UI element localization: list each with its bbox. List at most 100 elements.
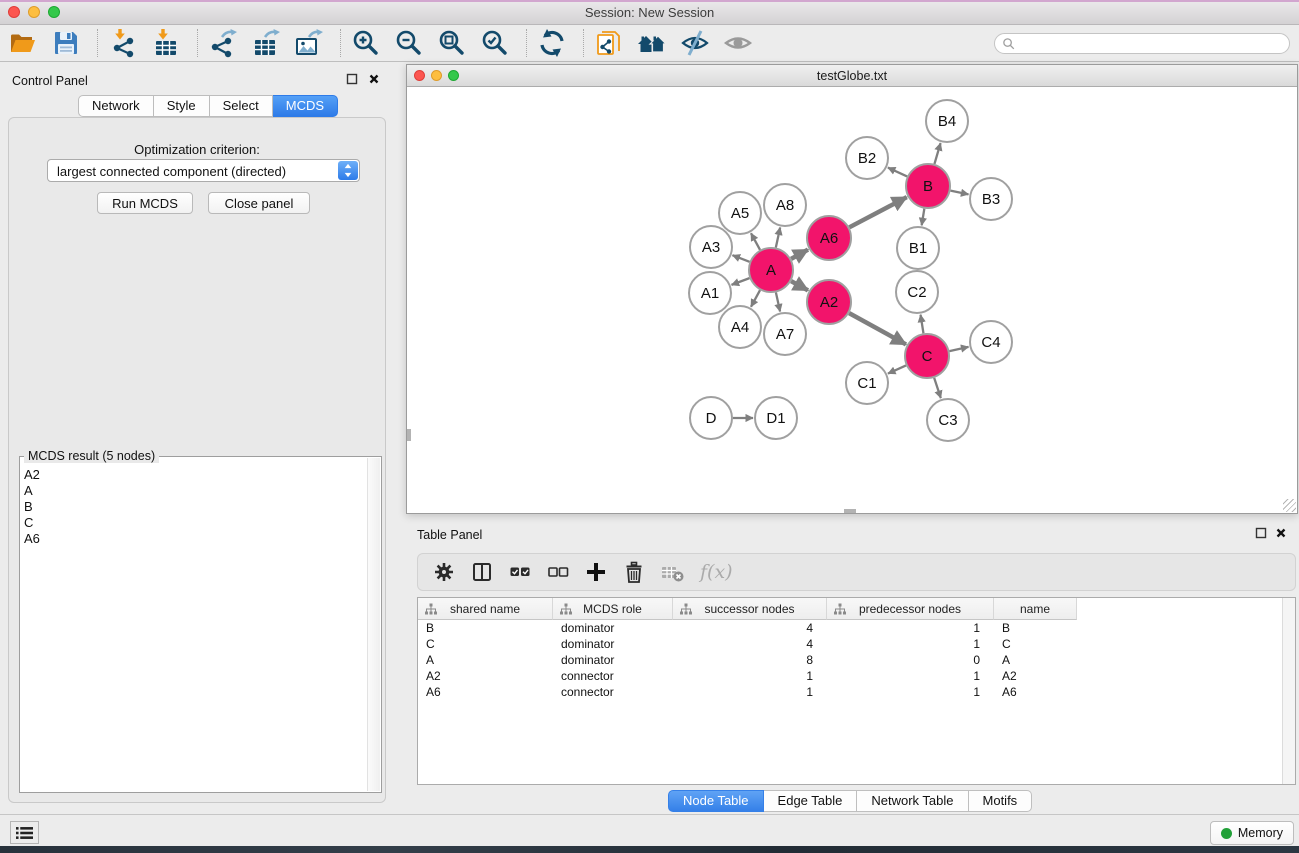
node-B3[interactable]: B3 bbox=[970, 178, 1012, 220]
column-header-MCDS-role[interactable]: MCDS role bbox=[553, 598, 673, 620]
edge-C-C3[interactable] bbox=[934, 378, 941, 398]
add-column-icon[interactable] bbox=[584, 560, 608, 584]
gear-icon[interactable] bbox=[432, 560, 456, 584]
column-header-name[interactable]: name bbox=[994, 598, 1077, 620]
network-document-icon[interactable] bbox=[594, 28, 624, 58]
node-C1[interactable]: C1 bbox=[846, 362, 888, 404]
edge-A-A1[interactable] bbox=[732, 278, 750, 285]
edge-A-A5[interactable] bbox=[751, 233, 760, 250]
column-header-successor-nodes[interactable]: successor nodes bbox=[673, 598, 827, 620]
tab-mcds[interactable]: MCDS bbox=[273, 95, 338, 117]
export-table-icon[interactable] bbox=[251, 28, 281, 58]
column-header-predecessor-nodes[interactable]: predecessor nodes bbox=[827, 598, 994, 620]
export-network-icon[interactable] bbox=[208, 28, 238, 58]
close-panel-icon[interactable] bbox=[368, 72, 380, 84]
node-A[interactable]: A bbox=[749, 248, 793, 292]
clear-checks-icon[interactable] bbox=[546, 560, 570, 584]
canvas-left-scroll-nub[interactable] bbox=[407, 429, 411, 441]
edge-B-B4[interactable] bbox=[934, 143, 940, 164]
network-canvas[interactable]: B4 B2 B B3 A8A5 A6 A3 B1 A A1 C2 A2 A4A7 C4 C C1 C3 D D1 bbox=[407, 87, 1297, 513]
search-input[interactable] bbox=[1019, 37, 1279, 51]
close-panel-icon[interactable] bbox=[1275, 526, 1287, 538]
table-scrollbar[interactable] bbox=[1282, 598, 1295, 784]
tab-style[interactable]: Style bbox=[154, 95, 210, 117]
edge-C-C4[interactable] bbox=[949, 347, 968, 351]
edge-B-B2[interactable] bbox=[888, 168, 907, 177]
close-panel-button[interactable]: Close panel bbox=[208, 192, 310, 214]
mcds-result-item[interactable]: A6 bbox=[24, 531, 40, 547]
node-B4[interactable]: B4 bbox=[926, 100, 968, 142]
double-home-icon[interactable] bbox=[637, 28, 667, 58]
memory-button[interactable]: Memory bbox=[1210, 821, 1294, 845]
node-A2[interactable]: A2 bbox=[807, 280, 851, 324]
float-panel-icon[interactable] bbox=[346, 72, 358, 84]
node-A1[interactable]: A1 bbox=[689, 272, 731, 314]
edge-A-A6[interactable] bbox=[791, 250, 808, 259]
tab-motifs[interactable]: Motifs bbox=[969, 790, 1033, 812]
import-table-icon[interactable] bbox=[151, 28, 181, 58]
edge-A-A3[interactable] bbox=[732, 255, 749, 262]
destroy-table-icon[interactable] bbox=[660, 560, 684, 584]
edge-A-A4[interactable] bbox=[751, 290, 760, 307]
node-A6[interactable]: A6 bbox=[807, 216, 851, 260]
export-image-icon[interactable] bbox=[294, 28, 324, 58]
import-network-icon[interactable] bbox=[108, 28, 138, 58]
open-folder-icon[interactable] bbox=[8, 28, 38, 58]
network-window-titlebar[interactable]: testGlobe.txt bbox=[407, 65, 1297, 87]
node-B[interactable]: B bbox=[906, 164, 950, 208]
edge-B-B1[interactable] bbox=[922, 209, 925, 226]
canvas-bottom-scroll-nub[interactable] bbox=[844, 509, 856, 513]
node-C[interactable]: C bbox=[905, 334, 949, 378]
resize-grip[interactable] bbox=[1283, 499, 1296, 512]
node-A4[interactable]: A4 bbox=[719, 306, 761, 348]
edge-A6-B[interactable] bbox=[849, 197, 906, 227]
edge-A2-C[interactable] bbox=[849, 313, 906, 344]
select-all-checks-icon[interactable] bbox=[508, 560, 532, 584]
node-D1[interactable]: D1 bbox=[755, 397, 797, 439]
tab-node-table[interactable]: Node Table bbox=[668, 790, 764, 812]
edge-C-C1[interactable] bbox=[888, 365, 906, 373]
column-header-shared-name[interactable]: shared name bbox=[418, 598, 553, 620]
node-A5[interactable]: A5 bbox=[719, 192, 761, 234]
node-A8[interactable]: A8 bbox=[764, 184, 806, 226]
table-row[interactable]: Cdominator41C bbox=[418, 636, 1281, 652]
eye-icon[interactable] bbox=[723, 28, 753, 58]
edge-A-A7[interactable] bbox=[776, 292, 780, 311]
node-B1[interactable]: B1 bbox=[897, 227, 939, 269]
search-box[interactable] bbox=[994, 33, 1290, 54]
node-C3[interactable]: C3 bbox=[927, 399, 969, 441]
mcds-result-item[interactable]: A2 bbox=[24, 467, 40, 483]
tab-network[interactable]: Network bbox=[78, 95, 154, 117]
node-C4[interactable]: C4 bbox=[970, 321, 1012, 363]
zoom-selected-icon[interactable] bbox=[480, 28, 510, 58]
run-mcds-button[interactable]: Run MCDS bbox=[97, 192, 193, 214]
node-A7[interactable]: A7 bbox=[764, 313, 806, 355]
node-C2[interactable]: C2 bbox=[896, 271, 938, 313]
tab-select[interactable]: Select bbox=[210, 95, 273, 117]
table-row[interactable]: Bdominator41B bbox=[418, 620, 1281, 636]
mcds-result-item[interactable]: A bbox=[24, 483, 40, 499]
mcds-result-item[interactable]: B bbox=[24, 499, 40, 515]
table-row[interactable]: Adominator80A bbox=[418, 652, 1281, 668]
edge-B-B3[interactable] bbox=[951, 191, 969, 195]
tab-network-table[interactable]: Network Table bbox=[857, 790, 968, 812]
node-D[interactable]: D bbox=[690, 397, 732, 439]
delete-selected-icon[interactable] bbox=[622, 560, 646, 584]
zoom-in-icon[interactable] bbox=[351, 28, 381, 58]
node-A3[interactable]: A3 bbox=[690, 226, 732, 268]
node-B2[interactable]: B2 bbox=[846, 137, 888, 179]
zoom-fit-icon[interactable] bbox=[437, 28, 467, 58]
save-floppy-icon[interactable] bbox=[51, 28, 81, 58]
refresh-icon[interactable] bbox=[537, 28, 567, 58]
zoom-out-icon[interactable] bbox=[394, 28, 424, 58]
show-hidden-panels-button[interactable] bbox=[10, 821, 39, 844]
tab-edge-table[interactable]: Edge Table bbox=[764, 790, 858, 812]
table-row[interactable]: A6connector11A6 bbox=[418, 684, 1281, 700]
edge-A-A2[interactable] bbox=[791, 281, 808, 290]
float-panel-icon[interactable] bbox=[1255, 526, 1267, 538]
criterion-dropdown[interactable]: largest connected component (directed) bbox=[47, 159, 360, 182]
split-columns-icon[interactable] bbox=[470, 560, 494, 584]
table-row[interactable]: A2connector11A2 bbox=[418, 668, 1281, 684]
scrollbar[interactable] bbox=[367, 458, 380, 791]
eye-slash-icon[interactable] bbox=[680, 28, 710, 58]
